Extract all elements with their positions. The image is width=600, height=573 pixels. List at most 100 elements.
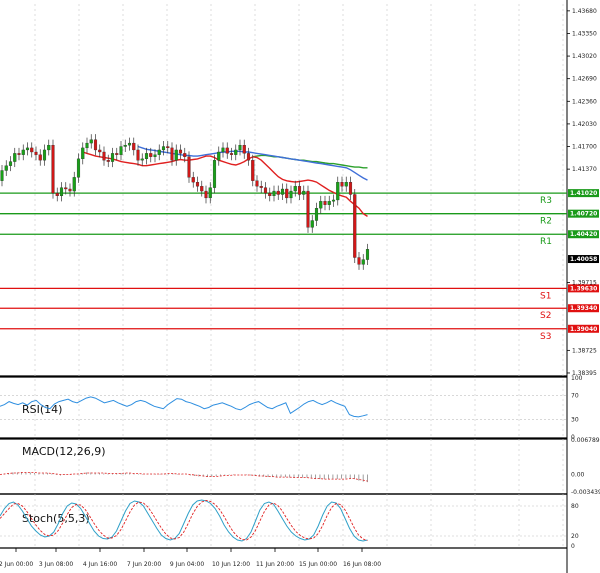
candle-body bbox=[174, 149, 178, 161]
candle-body bbox=[340, 181, 344, 187]
stoch-tick-label: 20 bbox=[571, 533, 579, 540]
candle-body bbox=[302, 190, 306, 195]
time-tick-label: 2 Jun 00:00 bbox=[0, 561, 33, 568]
candle-body bbox=[76, 158, 81, 178]
candle-body bbox=[115, 153, 119, 155]
level-name-s2: S2 bbox=[540, 311, 551, 321]
candle-body bbox=[51, 144, 55, 194]
candle-body bbox=[81, 147, 85, 160]
candle-body bbox=[297, 186, 302, 195]
level-badge-label: 1.39040 bbox=[570, 326, 597, 333]
time-tick-label: 9 Jun 04:00 bbox=[170, 561, 204, 568]
macd-tick-label: 0.00 bbox=[571, 472, 585, 479]
candle-body bbox=[166, 146, 170, 149]
time-tick-label: 16 Jun 08:00 bbox=[343, 561, 381, 568]
candle-body bbox=[242, 144, 246, 154]
candle-body bbox=[255, 180, 259, 187]
candle-body bbox=[136, 149, 140, 161]
price-tick-label: 1.38725 bbox=[572, 347, 597, 354]
candle-body bbox=[208, 187, 212, 199]
candle-body bbox=[259, 186, 263, 188]
candle-body bbox=[336, 181, 340, 201]
macd-tick-label: -0.003439 bbox=[571, 489, 600, 496]
candle-body bbox=[319, 201, 323, 209]
candle-body bbox=[170, 147, 174, 161]
candle-body bbox=[200, 186, 204, 192]
candle-body bbox=[246, 153, 251, 161]
candle-body bbox=[34, 151, 38, 155]
candle-body bbox=[251, 160, 255, 181]
candle-body bbox=[191, 177, 195, 183]
candle-body bbox=[4, 165, 8, 171]
candle-body bbox=[93, 139, 98, 151]
candle-body bbox=[195, 181, 200, 187]
rsi-panel: RSI(14) 10070300 bbox=[0, 375, 583, 441]
candle-body bbox=[25, 147, 30, 151]
candle-body bbox=[310, 220, 314, 228]
candle-body bbox=[13, 153, 17, 162]
candles bbox=[0, 134, 370, 270]
level-name-s3: S3 bbox=[540, 332, 551, 342]
candle-body bbox=[85, 142, 89, 149]
level-badge-label: 1.41020 bbox=[570, 190, 597, 197]
candle-body bbox=[238, 144, 242, 151]
candle-body bbox=[353, 194, 357, 258]
candle-body bbox=[157, 149, 161, 155]
candle-body bbox=[225, 147, 229, 154]
candle-body bbox=[140, 158, 144, 161]
candle-body bbox=[153, 154, 157, 157]
candle-body bbox=[293, 186, 297, 192]
candle-body bbox=[314, 208, 319, 221]
candle-body bbox=[123, 144, 127, 147]
candle-body bbox=[30, 147, 34, 153]
price-tick-label: 1.42360 bbox=[572, 98, 597, 105]
time-axis: 2 Jun 00:00 3 Jun 08:00 4 Jun 16:00 7 Jun 2… bbox=[0, 548, 381, 568]
time-tick-label: 10 Jun 12:00 bbox=[212, 561, 250, 568]
stoch-panel: Stoch(5,5,3) 80 20 0 bbox=[0, 499, 579, 550]
price-tick-label: 1.41370 bbox=[572, 166, 597, 173]
price-tick-label: 1.42690 bbox=[572, 76, 597, 83]
current-price-label: 1.40058 bbox=[570, 256, 597, 263]
candle-body bbox=[42, 149, 47, 161]
candle-body bbox=[331, 199, 336, 202]
candle-body bbox=[8, 161, 13, 166]
candle-body bbox=[221, 147, 225, 153]
chart-canvas: R31.41020R21.40720R11.40420S11.39630S21.… bbox=[0, 0, 600, 573]
candle-body bbox=[106, 160, 110, 162]
candle-body bbox=[64, 187, 68, 190]
rsi-tick-label: 70 bbox=[571, 393, 579, 400]
candle-body bbox=[348, 181, 353, 195]
candle-body bbox=[204, 190, 208, 199]
macd-panel: MACD(12,26,9) 0.006789 0.00 -0.003439 bbox=[0, 437, 600, 496]
candle-body bbox=[212, 160, 217, 188]
level-badge-label: 1.40420 bbox=[570, 231, 597, 238]
candle-body bbox=[280, 188, 285, 195]
macd-tick-label: 0.006789 bbox=[571, 437, 600, 444]
candle-body bbox=[89, 139, 93, 144]
macd-title: MACD(12,26,9) bbox=[22, 445, 106, 458]
candle-body bbox=[327, 201, 331, 205]
stoch-title: Stoch(5,5,3) bbox=[22, 512, 90, 525]
level-name-r2: R2 bbox=[540, 217, 552, 227]
candle-body bbox=[110, 153, 115, 162]
level-badge-label: 1.40720 bbox=[570, 211, 597, 218]
candle-body bbox=[102, 151, 106, 161]
candle-body bbox=[229, 153, 234, 155]
candle-body bbox=[234, 149, 238, 155]
candle-body bbox=[276, 190, 280, 195]
level-name-r1: R1 bbox=[540, 237, 552, 247]
grid-lines bbox=[34, 4, 564, 546]
candle-body bbox=[183, 153, 187, 157]
candle-body bbox=[59, 187, 64, 197]
candle-body bbox=[217, 151, 221, 161]
candle-body bbox=[144, 153, 149, 160]
candle-body bbox=[68, 188, 72, 192]
candle-body bbox=[98, 149, 102, 153]
level-name-r3: R3 bbox=[540, 196, 552, 206]
candle-body bbox=[272, 190, 276, 197]
price-tick-label: 1.43350 bbox=[572, 30, 597, 37]
candle-body bbox=[323, 201, 327, 205]
stoch-tick-label: 80 bbox=[571, 503, 579, 510]
candle-body bbox=[306, 190, 310, 228]
price-tick-label: 1.41700 bbox=[572, 144, 597, 151]
